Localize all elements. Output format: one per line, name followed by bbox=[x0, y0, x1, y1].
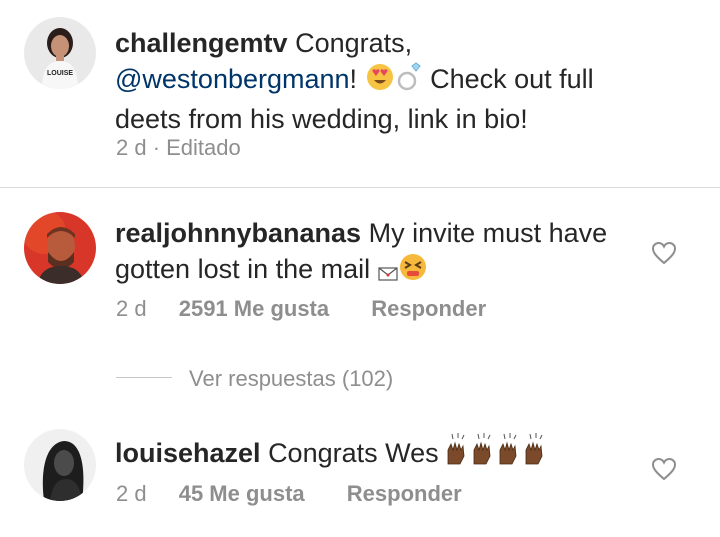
ring-emoji bbox=[395, 62, 423, 101]
comment-meta: 2 d 45 Me gusta Responder bbox=[116, 481, 462, 507]
comment-text-part: My invite must have bbox=[368, 218, 608, 248]
persevering-face-emoji bbox=[398, 252, 428, 291]
envelope-emoji bbox=[378, 255, 398, 291]
comment-username[interactable]: louisehazel bbox=[115, 438, 261, 468]
comment-text: louisehazel Congrats Wes bbox=[115, 432, 635, 475]
divider bbox=[0, 187, 720, 188]
view-replies-button[interactable]: Ver respuestas (102) bbox=[189, 366, 393, 392]
heart-eyes-emoji bbox=[365, 62, 395, 101]
caption-text-part: Check out full bbox=[430, 64, 594, 94]
comment-likes[interactable]: 45 Me gusta bbox=[179, 481, 305, 506]
heart-icon[interactable] bbox=[651, 241, 677, 265]
avatar-louisehazel[interactable] bbox=[24, 429, 96, 501]
reply-button[interactable]: Responder bbox=[347, 481, 462, 506]
comment-time: 2 d bbox=[116, 481, 147, 506]
comment-text-part: Congrats Wes bbox=[268, 438, 439, 468]
caption-meta: 2 d · Editado bbox=[116, 135, 241, 160]
caption-username[interactable]: challengemtv bbox=[115, 28, 288, 58]
comment-username[interactable]: realjohnnybananas bbox=[115, 218, 361, 248]
view-replies-line bbox=[116, 377, 172, 378]
reply-button[interactable]: Responder bbox=[371, 296, 486, 321]
raising-hands-emoji bbox=[446, 432, 552, 475]
avatar-challengemtv[interactable]: LOUISE bbox=[24, 17, 96, 89]
avatar-realjohnnybananas[interactable] bbox=[24, 212, 96, 284]
caption-text: challengemtv Congrats, @westonbergmann! … bbox=[115, 25, 675, 137]
heart-icon[interactable] bbox=[651, 457, 677, 481]
caption-text-part: Congrats, bbox=[295, 28, 413, 58]
caption-mention[interactable]: @westonbergmann bbox=[115, 64, 350, 94]
comment-likes[interactable]: 2591 Me gusta bbox=[179, 296, 329, 321]
comment-text: realjohnnybananas My invite must have go… bbox=[115, 215, 635, 291]
comment-text-part: gotten lost in the mail bbox=[115, 254, 371, 284]
caption-text-part: deets from his wedding, link in bio! bbox=[115, 104, 528, 134]
comment-time: 2 d bbox=[116, 296, 147, 321]
avatar-shirt-text: LOUISE bbox=[47, 70, 73, 77]
comment-meta: 2 d 2591 Me gusta Responder bbox=[116, 296, 486, 322]
caption-text-part: ! bbox=[349, 64, 358, 94]
